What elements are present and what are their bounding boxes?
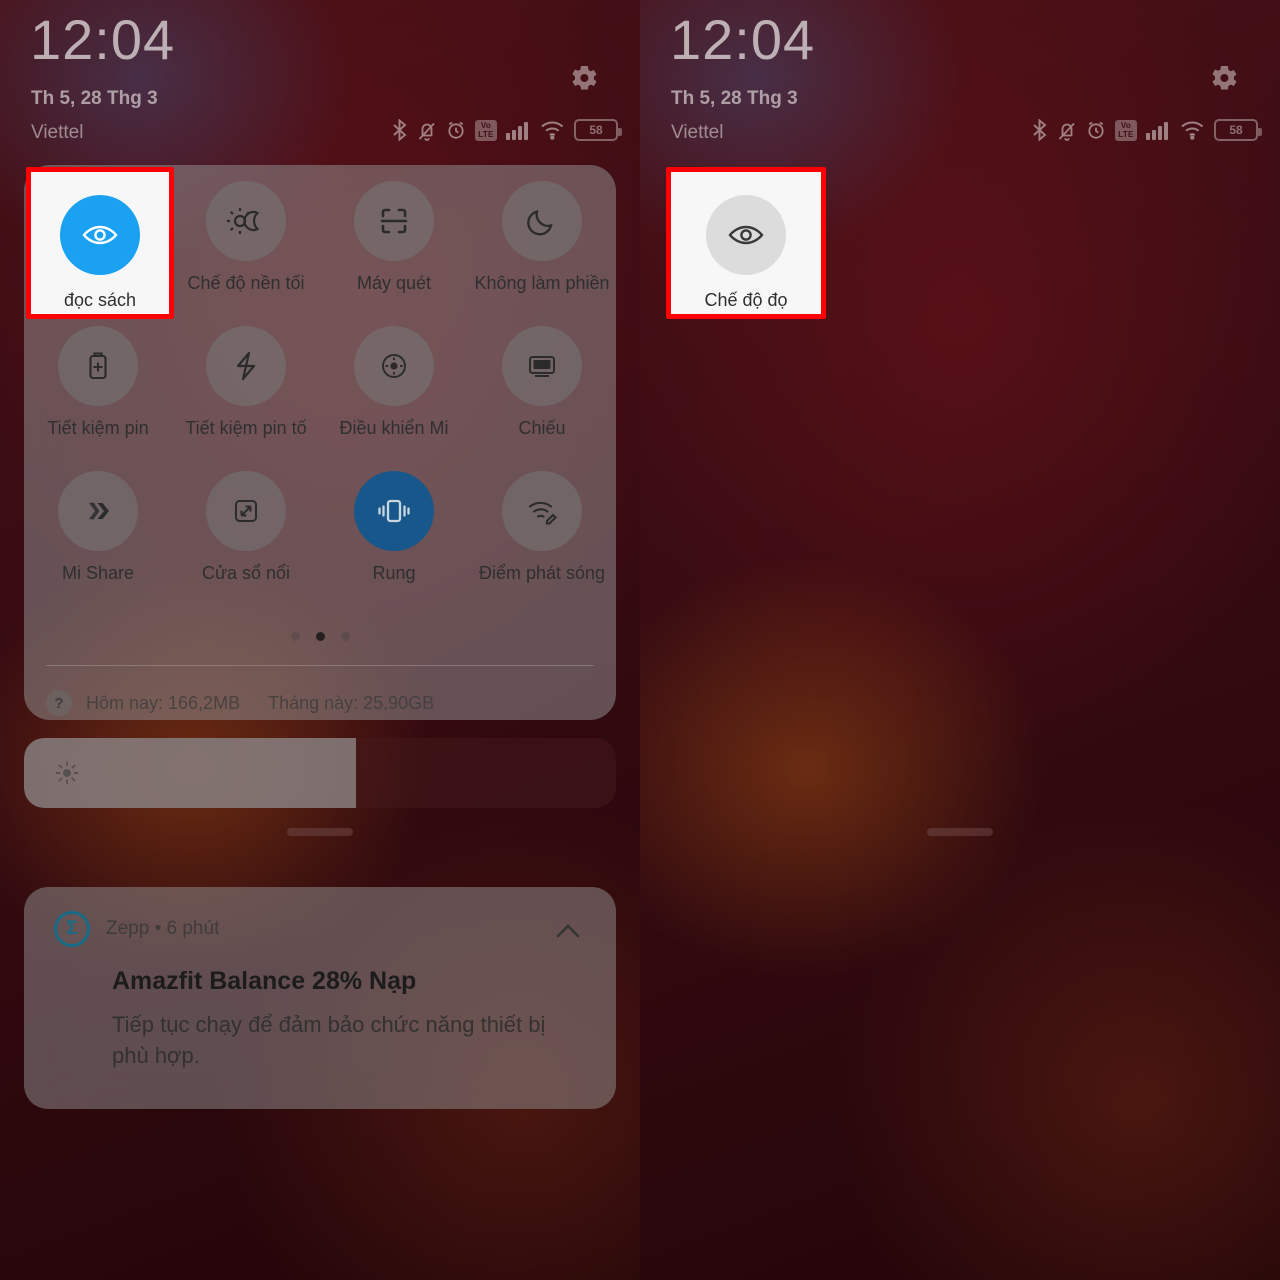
status-clock: 12:04 [30,8,176,71]
status-icons: Vo LTE 58 [1031,117,1262,143]
tile-mi-share[interactable]: Mi Share [24,455,172,600]
wifi-icon [1180,120,1205,140]
tile-label: Chế độ nền tối [187,273,305,293]
bolt-icon [206,326,286,406]
tile-label: Không làm phiền [474,273,610,293]
page-dot-active[interactable] [315,632,325,641]
bluetooth-icon [391,119,408,141]
tile-scanner[interactable]: Máy quét [320,165,468,310]
bluetooth-icon [1031,119,1048,141]
tile-battery-saver[interactable]: Tiết kiệm pin [24,310,172,455]
page-indicator[interactable] [24,632,616,641]
alarm-icon [1086,120,1106,140]
left-screenshot: 12:04 Th 5, 28 Thg 3 Viettel Vo LTE 58 C… [0,0,640,1280]
usage-today: Hôm nay: 166,2MB [86,692,241,713]
status-date: Th 5, 28 Thg 3 [671,88,798,109]
notification-body: Tiếp tục chạy để đảm bảo chức năng thiết… [112,1012,546,1069]
page-dot[interactable] [340,632,350,641]
divider [46,665,594,666]
eye-icon [60,195,140,275]
gear-icon[interactable] [1208,62,1240,94]
tile-ultra-battery-saver[interactable]: Tiết kiệm pin tố [172,310,320,455]
bell-muted-icon [1057,120,1077,141]
tile-row: Mi Share Cửa sổ nổi Rung Điểm phát sóng [24,455,616,600]
annotation-tile-label: Chế độ đọ [704,290,788,310]
annotation-highlight-box: Chế độ đọ [666,167,826,319]
mi-share-icon [58,471,138,551]
notification-header: Σ Zepp • 6 phút [54,911,219,947]
status-bar: 12:04 Th 5, 28 Thg 3 Viettel Vo LTE 58 [0,0,640,152]
tile-dark-mode[interactable]: Chế độ nền tối [172,165,320,310]
status-carrier: Viettel [671,122,724,143]
drag-handle[interactable] [927,828,993,836]
moon-icon [502,181,582,261]
data-usage-row[interactable]: ? Hôm nay: 166,2MB Tháng này: 25,90GB [46,683,596,720]
wifi-icon [540,120,565,140]
floating-window-icon [206,471,286,551]
bell-muted-icon [417,120,437,141]
tile-label: Điểm phát sóng [478,563,606,583]
signal-bars-icon [506,120,531,140]
battery-icon: 58 [1214,119,1262,141]
tile-label: Tiết kiệm pin tố [185,418,307,438]
notification-title: Amazfit Balance 28% Nạp [112,967,417,995]
brightness-sun-icon [54,760,80,786]
battery-plus-icon [58,326,138,406]
sun-moon-icon [206,181,286,261]
annotation-highlight-box: đọc sách [26,167,174,319]
tile-label: Điều khiển Mi [339,418,449,438]
battery-icon: 58 [574,119,622,141]
chevron-up-icon[interactable] [554,917,582,945]
tile-do-not-disturb[interactable]: Không làm phiền [468,165,616,310]
zepp-app-icon: Σ [54,911,90,947]
eye-icon [706,195,786,275]
volte-icon: Vo LTE [1115,119,1137,141]
tile-floating-window[interactable]: Cửa sổ nổi [172,455,320,600]
tile-row: Tiết kiệm pin Tiết kiệm pin tố Điều khiể… [24,310,616,455]
tile-vibrate[interactable]: Rung [320,455,468,600]
tile-label: Mi Share [61,563,135,583]
volte-icon: Vo LTE [475,119,497,141]
hotspot-icon [502,471,582,551]
notification-card[interactable]: Σ Zepp • 6 phút Amazfit Balance 28% Nạp … [24,887,616,1109]
remote-control-icon [354,326,434,406]
usage-month: Tháng này: 25,90GB [268,692,435,713]
tile-label: Tiết kiệm pin [47,418,149,438]
page-dot[interactable] [290,632,300,641]
tile-label: Máy quét [356,273,432,293]
alarm-icon [446,120,466,140]
annotation-tile-label: đọc sách [63,290,137,310]
tile-label: Cửa sổ nổi [201,563,291,583]
screenshot-pair: 12:04 Th 5, 28 Thg 3 Viettel Vo LTE 58 C… [0,0,1280,1280]
question-mark-icon[interactable]: ? [46,690,72,716]
status-date: Th 5, 28 Thg 3 [31,88,158,109]
status-clock: 12:04 [670,8,816,71]
scan-icon [354,181,434,261]
tile-mi-remote[interactable]: Điều khiển Mi [320,310,468,455]
status-icons: Vo LTE 58 [391,117,622,143]
drag-handle[interactable] [287,828,353,836]
vibrate-icon [354,471,434,551]
gear-icon[interactable] [568,62,600,94]
brightness-slider[interactable] [24,738,616,808]
status-bar: 12:04 Th 5, 28 Thg 3 Viettel Vo LTE 58 [640,0,1280,152]
status-carrier: Viettel [31,122,84,143]
tile-label: Chiếu [518,418,566,438]
cast-icon [502,326,582,406]
signal-bars-icon [1146,120,1171,140]
tile-label: Rung [372,563,416,583]
tile-cast[interactable]: Chiếu [468,310,616,455]
tile-hotspot[interactable]: Điểm phát sóng [468,455,616,600]
notification-app-and-time: Zepp • 6 phút [106,918,220,939]
right-screenshot: 12:04 Th 5, 28 Thg 3 Viettel Vo LTE 58 C… [640,0,1280,1280]
